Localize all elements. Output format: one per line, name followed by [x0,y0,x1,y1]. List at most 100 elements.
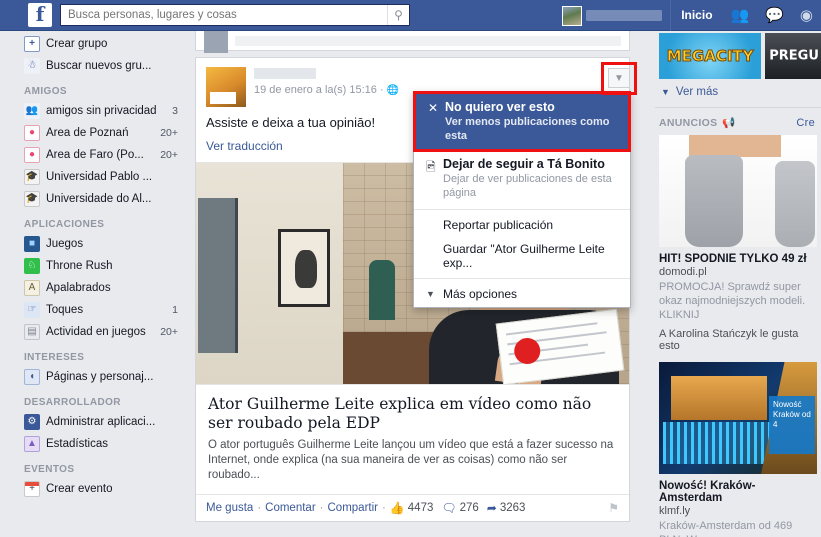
ad-krakow-amsterdam[interactable]: Nowość Kraków od 4 Nowość! Kraków-Amster… [655,362,821,537]
menu-item-report-post[interactable]: Reportar publicación [414,213,630,237]
sidebar-item-area-poznan[interactable]: ● Área de Poznań 20+ [0,122,190,144]
sidebar-item-administrar-aplicaciones[interactable]: ⚙ Administrar aplicaci... [0,411,190,433]
sidebar-item-crear-evento[interactable]: + Crear evento [0,478,190,500]
gamepad-icon: ▤ [24,324,40,340]
sidebar-item-toques[interactable]: ☞ Toques 1 [0,299,190,321]
ad-pants-right [775,161,815,247]
friend-requests-icon[interactable]: 👥 [723,0,758,31]
close-x-icon: ✕ [428,101,439,115]
menu-item-save-post[interactable]: Guardar "Ator Guilherme Leite exp... [414,237,630,275]
nav-home-link[interactable]: Inicio [670,0,722,31]
ad-fountain [663,422,771,464]
previous-post-partial[interactable] [195,31,630,53]
sidebar-item-label: Throne Rush [46,260,113,272]
search-icon[interactable]: ⚲ [387,5,409,25]
comment-count: 276 [459,502,479,514]
avatar [204,31,228,53]
sidebar-item-universidade-algarve[interactable]: 🎓 Universidade do Al... [0,188,190,210]
sidebar-item-label: Estadísticas [46,438,108,450]
post-time-text[interactable]: 19 de enero a la(s) 15:16 [254,84,377,96]
sidebar-item-universidad-pablo[interactable]: 🎓 Universidad Pablo ... [0,166,190,188]
unfollow-page-icon: 🖻 [426,160,436,174]
ads-section-header: ANUNCIOS 📢 Cre [655,107,821,135]
caret-down-icon: ▼ [426,289,435,299]
sidebar-item-count: 20+ [160,149,178,161]
link-preview-title[interactable]: Ator Guilherme Leite explica em vídeo co… [208,395,617,433]
post-action-bar: Me gusta · Comentar · Compartir · 👍 4473… [196,494,629,521]
share-button[interactable]: Compartir [328,502,378,514]
sweatpants-ad-image[interactable] [659,135,817,247]
sidebar-item-label: Universidad Pablo ... [46,171,153,183]
sidebar-item-label: Área de Poznań [46,127,129,139]
sidebar-heading-eventos: EVENTOS [24,464,75,475]
top-navigation-bar: f ⚲ Inicio 👥 💬 ◉ [0,0,821,31]
sidebar-item-label: Páginas y personaj... [46,371,154,383]
ad-url[interactable]: domodi.pl [659,266,817,278]
sidebar-item-label: amigos sin privacidad [46,105,157,117]
app-manager-icon: ⚙ [24,414,40,430]
ad-title[interactable]: Nowość! Kraków-Amsterdam [659,480,817,504]
graduation-cap-icon: 🎓 [24,169,40,185]
ad-model-torso [689,135,781,157]
megacity-banner[interactable]: MEGACITY [659,33,762,79]
sidebar-item-amigos-sin-privacidad[interactable]: 👥 amigos sin privacidad 3 [0,100,190,122]
meta-separator: · [379,84,384,96]
throne-rush-icon: ♘ [24,258,40,274]
sidebar-item-buscar-grupos[interactable]: ☃ Buscar nuevos gru... [0,55,190,77]
see-more-label: Ver más [675,86,719,98]
pregu-banner[interactable]: PREGU [765,33,821,79]
sidebar-heading-intereses: INTERESES [24,352,85,363]
search-input[interactable] [61,5,387,25]
megaphone-icon: 📢 [722,117,736,129]
post-author-name[interactable] [254,68,316,79]
apalabrados-icon: A [24,280,40,296]
globe-icon[interactable]: 🌐 [387,85,399,96]
graduation-cap-icon: 🎓 [24,191,40,207]
profile-name-blurred[interactable] [586,10,663,21]
search-bar[interactable]: ⚲ [60,4,410,26]
sidebar-item-throne-rush[interactable]: ♘ Throne Rush [0,255,190,277]
menu-item-title: No quiero ver esto [445,100,555,114]
menu-item-more-options[interactable]: ▼ Más opciones [414,282,630,307]
sidebar-item-label: Crear grupo [46,38,108,50]
menu-item-hide-post[interactable]: ✕ No quiero ver esto Ver menos publicaci… [413,91,631,152]
sidebar-item-estadisticas[interactable]: ▲ Estadísticas [0,433,190,455]
krakow-night-ad-image[interactable]: Nowość Kraków od 4 [659,362,817,474]
facebook-logo-icon[interactable]: f [28,3,52,27]
menu-item-unfollow-page[interactable]: 🖻 Dejar de seguir a Tá Bonito Dejar de v… [414,151,630,206]
ad-title[interactable]: HIT! SPODNIE TYLKO 49 zł [659,253,817,265]
menu-divider [414,278,630,279]
sidebar-item-actividad-juegos[interactable]: ▤ Actividad en juegos 20+ [0,321,190,343]
ads-heading-label: ANUNCIOS [659,116,718,129]
page-avatar[interactable] [206,67,246,107]
sidebar-item-label: Toques [46,304,84,316]
sidebar-item-area-faro[interactable]: ● Área de Faro (Po... 20+ [0,144,190,166]
ad-cloth-hall [671,376,767,420]
sidebar-item-juegos[interactable]: ■ Juegos [0,233,190,255]
avatar[interactable] [562,5,583,26]
link-preview-card[interactable]: Ator Guilherme Leite explica em vídeo co… [196,384,629,494]
megacity-banner-label: MEGACITY [666,47,754,66]
like-button[interactable]: Me gusta [206,502,253,514]
caret-down-icon: ▼ [661,87,670,97]
action-separator: · [381,502,386,514]
comment-button[interactable]: Comentar [265,502,316,514]
sidebar-item-crear-grupo[interactable]: + Crear grupo [0,33,190,55]
create-ad-link[interactable]: Cre [796,117,815,129]
sidebar-item-paginas-personajes[interactable]: ◖ Páginas y personaj... [0,366,190,388]
share-arrow-icon: ➦ [486,501,497,515]
notifications-icon[interactable]: ◉ [792,0,821,31]
sidebar-item-label: Administrar aplicaci... [46,416,156,428]
menu-item-subtitle: Dejar de ver publicaciones de esta págin… [443,173,612,199]
nav-right-group: Inicio 👥 💬 ◉ [562,0,821,31]
action-separator: · [319,502,324,514]
sidebar-heading-aplicaciones: APLICACIONES [24,219,105,230]
messages-icon[interactable]: 💬 [757,0,792,31]
sidebar-item-apalabrados[interactable]: A Apalabrados [0,277,190,299]
ad-sweatpants[interactable]: HIT! SPODNIE TYLKO 49 zł domodi.pl PROMO… [655,135,821,362]
ad-url[interactable]: klmf.ly [659,505,817,517]
post-options-chevron-button[interactable]: ▼ [608,68,630,88]
comment-bubble-icon: 🗨 [441,501,457,515]
see-more-button[interactable]: ▼ Ver más [655,79,821,105]
flag-icon[interactable]: ⚑ [608,501,619,515]
